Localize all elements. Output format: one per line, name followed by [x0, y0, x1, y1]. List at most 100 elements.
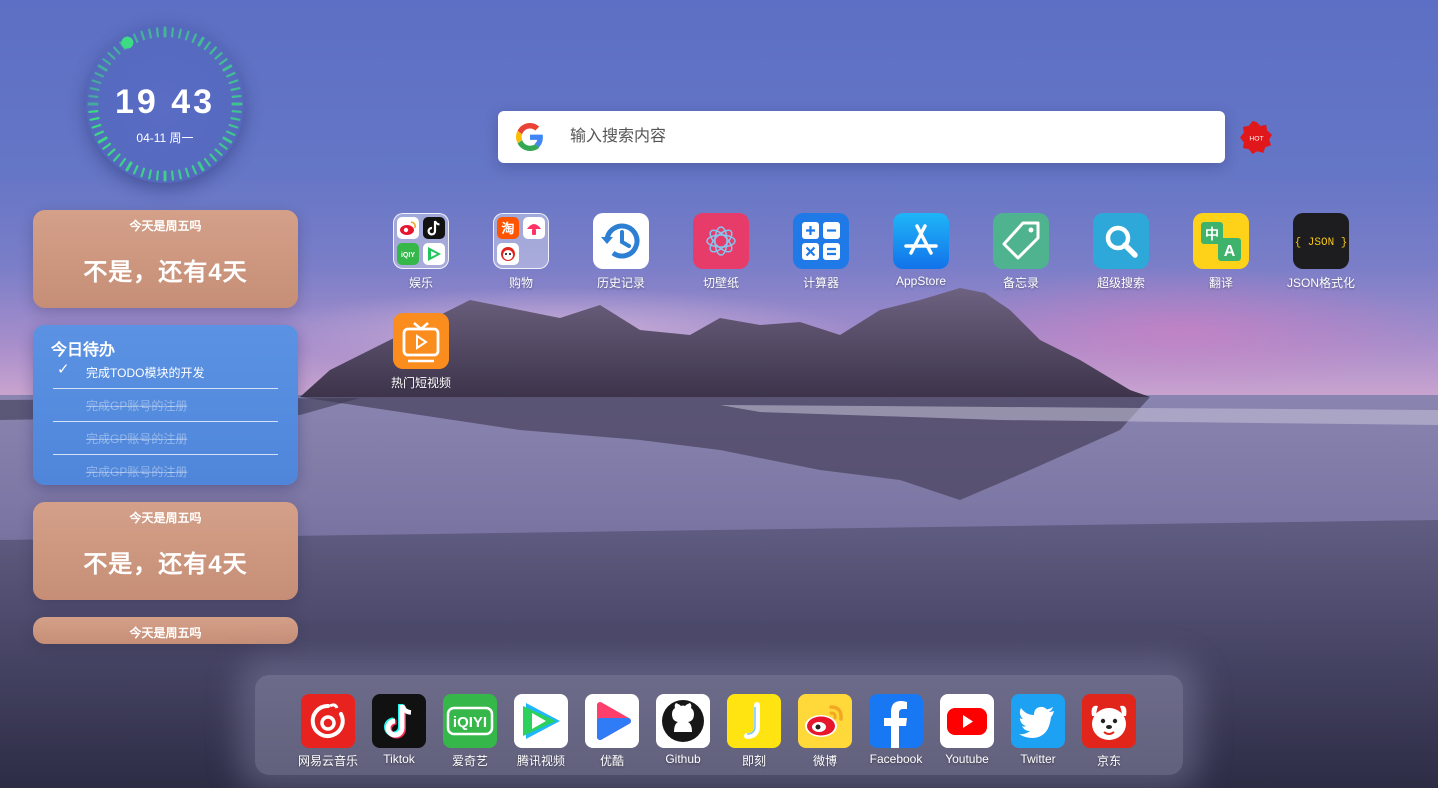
dock-app-label: 即刻	[741, 754, 766, 768]
wallpaper-icon[interactable]	[693, 213, 749, 269]
hot-badge-icon[interactable]: HOT	[1240, 121, 1273, 154]
svg-text:中: 中	[1205, 226, 1219, 243]
history-icon[interactable]	[593, 213, 649, 269]
translate-icon[interactable]: 中A	[1193, 213, 1249, 269]
todo-item-text: 完成TODO模块的开发	[86, 366, 205, 380]
jike-icon[interactable]	[727, 694, 781, 748]
app-label: 计算器	[802, 276, 839, 290]
app-super-search[interactable]: 超级搜索	[1071, 213, 1171, 291]
weibo-mini-icon	[397, 217, 419, 239]
todo-item[interactable]: 完成GP账号的注册	[53, 422, 278, 455]
clock-date: 04-11 周一	[136, 131, 194, 145]
dock-app-jd[interactable]: 京东	[1074, 694, 1144, 769]
iqiyi-mini-icon: iQIY	[397, 243, 419, 265]
todo-item[interactable]: ✓ 完成TODO模块的开发	[53, 356, 278, 389]
tencent-video-icon[interactable]	[514, 694, 568, 748]
dock-app-weibo[interactable]: 微博	[790, 694, 860, 769]
dock-app-github[interactable]: Github	[648, 694, 718, 766]
todo-item[interactable]: 完成GP账号的注册	[53, 455, 278, 485]
app-translate[interactable]: 中A 翻译	[1171, 213, 1271, 291]
svg-text:HOT: HOT	[1249, 135, 1263, 142]
dock-app-label: Facebook	[869, 752, 923, 766]
todo-item-text: 完成GP账号的注册	[86, 399, 188, 413]
tiktok-icon[interactable]	[372, 694, 426, 748]
weibo-icon[interactable]	[798, 694, 852, 748]
clock-time: 19 43	[114, 83, 216, 121]
app-calculator[interactable]: 计算器	[771, 213, 871, 291]
jd-mini-icon	[497, 243, 519, 265]
dock-app-label: 爱奇艺	[451, 754, 488, 768]
checkmark-icon[interactable]: ✓	[57, 360, 70, 378]
dock-app-label: Github	[665, 752, 701, 766]
github-icon[interactable]	[656, 694, 710, 748]
calculator-icon[interactable]	[793, 213, 849, 269]
dock-app-tencent-video[interactable]: 腾讯视频	[506, 694, 576, 769]
app-label: 购物	[508, 276, 533, 290]
app-label: 热门短视频	[390, 376, 451, 390]
dock-app-youtube[interactable]: Youtube	[932, 694, 1002, 766]
svg-text:iQIY: iQIY	[401, 252, 415, 259]
todo-card: 今日待办 ✓ 完成TODO模块的开发 完成GP账号的注册 完成GP账号的注册 完…	[33, 325, 298, 485]
iqiyi-icon[interactable]: iQIYI	[443, 694, 497, 748]
friday-card-collapsed[interactable]: 今天是周五吗	[33, 617, 298, 644]
youku-icon[interactable]	[585, 694, 639, 748]
dock-app-iqiyi[interactable]: iQIYI 爱奇艺	[435, 694, 505, 769]
app-json-formatter[interactable]: { JSON } JSON格式化	[1271, 213, 1371, 291]
friday-card[interactable]: 今天是周五吗 不是，还有4天	[33, 502, 298, 600]
friday-question: 今天是周五吗	[129, 511, 202, 525]
app-label: JSON格式化	[1286, 276, 1355, 290]
app-wallpaper[interactable]: 切壁纸	[671, 213, 771, 291]
dock-app-netease-music[interactable]: 网易云音乐	[293, 694, 363, 769]
memo-tag-icon[interactable]	[993, 213, 1049, 269]
dock-app-jike[interactable]: 即刻	[719, 694, 789, 769]
search-bar	[498, 111, 1225, 163]
friday-answer: 不是，还有4天	[83, 259, 248, 286]
jd-icon[interactable]	[1082, 694, 1136, 748]
friday-answer: 不是，还有4天	[83, 551, 248, 578]
app-entertainment-folder[interactable]: iQIY 娱乐	[371, 213, 471, 291]
short-video-icon[interactable]	[393, 313, 449, 369]
super-search-icon[interactable]	[1093, 213, 1149, 269]
dock-app-label: 腾讯视频	[516, 754, 565, 768]
dock-app-label: 京东	[1096, 754, 1121, 768]
app-label: AppStore	[895, 274, 947, 288]
dock-app-facebook[interactable]: Facebook	[861, 694, 931, 766]
netease-music-icon[interactable]	[301, 694, 355, 748]
app-label: 切壁纸	[702, 276, 739, 290]
app-short-video[interactable]: 热门短视频	[371, 313, 471, 391]
twitter-icon[interactable]	[1011, 694, 1065, 748]
json-icon[interactable]: { JSON }	[1293, 213, 1349, 269]
appstore-icon[interactable]	[893, 213, 949, 269]
dock-app-tiktok[interactable]: Tiktok	[364, 694, 434, 766]
shopping-folder-icon[interactable]: 淘	[493, 213, 549, 269]
app-appstore[interactable]: AppStore	[871, 213, 971, 288]
app-label: 娱乐	[408, 276, 433, 290]
entertainment-folder-icon[interactable]: iQIY	[393, 213, 449, 269]
dock-app-label: 网易云音乐	[297, 754, 358, 768]
tencent-video-mini-icon	[423, 243, 445, 265]
app-label: 备忘录	[1002, 276, 1039, 290]
app-history[interactable]: 历史记录	[571, 213, 671, 291]
app-shopping-folder[interactable]: 淘 购物	[471, 213, 571, 291]
svg-text:淘: 淘	[501, 221, 514, 237]
clock-widget: 19 43 04-11 周一	[86, 25, 244, 183]
youtube-icon[interactable]	[940, 694, 994, 748]
clock-seconds-marker	[121, 36, 134, 49]
dock-app-label: Twitter	[1020, 752, 1056, 766]
friday-question: 今天是周五吗	[129, 219, 202, 233]
mushroom-mini-icon	[523, 217, 545, 239]
svg-text:{ JSON }: { JSON }	[1295, 237, 1348, 249]
facebook-icon[interactable]	[869, 694, 923, 748]
tiktok-mini-icon	[423, 217, 445, 239]
svg-text:iQIYI: iQIYI	[453, 714, 487, 731]
todo-item[interactable]: 完成GP账号的注册	[53, 389, 278, 422]
search-input[interactable]	[570, 125, 1190, 149]
dock-app-twitter[interactable]: Twitter	[1003, 694, 1073, 766]
app-label: 超级搜索	[1096, 276, 1145, 290]
dock-app-youku[interactable]: 优酷	[577, 694, 647, 769]
taobao-mini-icon: 淘	[497, 217, 519, 239]
app-memo[interactable]: 备忘录	[971, 213, 1071, 291]
dock-app-label: 优酷	[599, 754, 624, 768]
google-icon[interactable]	[516, 123, 544, 151]
friday-card[interactable]: 今天是周五吗 不是，还有4天	[33, 210, 298, 308]
